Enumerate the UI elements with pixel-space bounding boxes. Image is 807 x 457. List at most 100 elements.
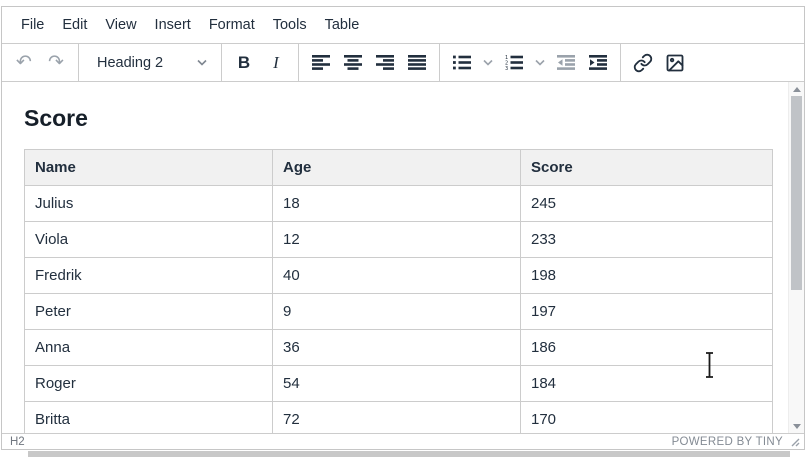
numbered-list-chevron[interactable]: [530, 48, 550, 78]
scrollbar-thumb[interactable]: [791, 96, 802, 290]
cell-age[interactable]: 40: [273, 258, 521, 294]
outdent-icon: [557, 55, 575, 70]
align-group: [299, 44, 439, 81]
indent-button[interactable]: [582, 48, 614, 78]
cell-name[interactable]: Viola: [25, 222, 273, 258]
link-button[interactable]: [627, 48, 659, 78]
align-center-button[interactable]: [337, 48, 369, 78]
undo-button[interactable]: ↶: [8, 48, 40, 78]
image-icon: [665, 53, 685, 73]
page: File Edit View Insert Format Tools Table…: [0, 0, 807, 457]
element-path[interactable]: H2: [10, 436, 25, 448]
menu-file[interactable]: File: [12, 13, 53, 37]
cell-age[interactable]: 12: [273, 222, 521, 258]
align-center-icon: [344, 55, 362, 70]
align-justify-button[interactable]: [401, 48, 433, 78]
align-left-button[interactable]: [305, 48, 337, 78]
scroll-up-button[interactable]: [789, 82, 804, 96]
list-indent-group: 123: [440, 44, 620, 81]
cell-score[interactable]: 186: [521, 330, 773, 366]
cell-score[interactable]: 245: [521, 186, 773, 222]
cell-score[interactable]: 170: [521, 402, 773, 433]
tinymce-editor: File Edit View Insert Format Tools Table…: [1, 6, 805, 450]
align-right-button[interactable]: [369, 48, 401, 78]
table-row: Fredrik 40 198: [25, 258, 773, 294]
col-header-name[interactable]: Name: [25, 150, 273, 186]
cell-name[interactable]: Peter: [25, 294, 273, 330]
statusbar: H2 POWERED BY TINY: [2, 433, 804, 449]
image-button[interactable]: [659, 48, 691, 78]
menu-edit[interactable]: Edit: [53, 13, 96, 37]
vertical-scrollbar[interactable]: [788, 82, 804, 433]
cell-name[interactable]: Roger: [25, 366, 273, 402]
chevron-down-icon: [483, 59, 493, 66]
italic-icon: I: [273, 53, 279, 73]
align-right-icon: [376, 55, 394, 70]
menu-insert[interactable]: Insert: [146, 13, 200, 37]
styles-group: Heading 2: [79, 44, 221, 81]
menu-table[interactable]: Table: [316, 13, 369, 37]
col-header-age[interactable]: Age: [273, 150, 521, 186]
triangle-up-icon: [793, 87, 801, 92]
bold-icon: B: [238, 53, 250, 73]
table-row: Britta 72 170: [25, 402, 773, 433]
score-table: Name Age Score Julius 18 245 Viola 12 23…: [24, 149, 773, 433]
history-group: ↶ ↷: [2, 44, 78, 81]
table-header-row: Name Age Score: [25, 150, 773, 186]
link-icon: [633, 53, 653, 73]
cell-score[interactable]: 197: [521, 294, 773, 330]
cell-age[interactable]: 72: [273, 402, 521, 433]
cell-age[interactable]: 9: [273, 294, 521, 330]
menu-view[interactable]: View: [96, 13, 145, 37]
numbered-list-icon: 123: [505, 55, 523, 70]
bold-button[interactable]: B: [228, 48, 260, 78]
align-left-icon: [312, 55, 330, 70]
cell-name[interactable]: Anna: [25, 330, 273, 366]
document-heading[interactable]: Score: [24, 106, 768, 131]
format-group: B I: [222, 44, 298, 81]
resize-handle-icon[interactable]: [789, 436, 800, 447]
col-header-score[interactable]: Score: [521, 150, 773, 186]
cell-name[interactable]: Julius: [25, 186, 273, 222]
heading-style-label: Heading 2: [97, 55, 163, 71]
numbered-list-button[interactable]: 123: [498, 48, 530, 78]
toolbar: ↶ ↷ Heading 2 B I: [2, 44, 804, 82]
heading-style-dropdown[interactable]: Heading 2: [85, 48, 215, 78]
statusbar-right: POWERED BY TINY: [672, 436, 800, 448]
text-cursor-icon: [703, 351, 716, 379]
chevron-down-icon: [197, 59, 207, 66]
menu-format[interactable]: Format: [200, 13, 264, 37]
cell-name[interactable]: Britta: [25, 402, 273, 433]
align-justify-icon: [408, 55, 426, 70]
table-row: Roger 54 184: [25, 366, 773, 402]
menu-tools[interactable]: Tools: [264, 13, 316, 37]
cell-score[interactable]: 198: [521, 258, 773, 294]
cell-age[interactable]: 18: [273, 186, 521, 222]
bullet-list-icon: [453, 55, 471, 70]
italic-button[interactable]: I: [260, 48, 292, 78]
page-horizontal-scrollbar[interactable]: [28, 451, 790, 457]
menubar: File Edit View Insert Format Tools Table: [2, 7, 804, 44]
cell-age[interactable]: 54: [273, 366, 521, 402]
insert-group: [621, 44, 697, 81]
chevron-down-icon: [535, 59, 545, 66]
table-row: Julius 18 245: [25, 186, 773, 222]
bullet-list-chevron[interactable]: [478, 48, 498, 78]
outdent-button[interactable]: [550, 48, 582, 78]
svg-text:3: 3: [505, 66, 508, 70]
cell-age[interactable]: 36: [273, 330, 521, 366]
cell-score[interactable]: 233: [521, 222, 773, 258]
triangle-down-icon: [793, 424, 801, 429]
redo-button[interactable]: ↷: [40, 48, 72, 78]
table-row: Anna 36 186: [25, 330, 773, 366]
editor-content-body[interactable]: Score Name Age Score Julius 18 245: [2, 82, 804, 433]
scroll-down-button[interactable]: [789, 419, 804, 433]
bullet-list-button[interactable]: [446, 48, 478, 78]
powered-by-tiny-link[interactable]: POWERED BY TINY: [672, 436, 783, 448]
cell-name[interactable]: Fredrik: [25, 258, 273, 294]
table-row: Viola 12 233: [25, 222, 773, 258]
indent-icon: [589, 55, 607, 70]
cell-score[interactable]: 184: [521, 366, 773, 402]
table-row: Peter 9 197: [25, 294, 773, 330]
redo-icon: ↷: [48, 53, 64, 72]
